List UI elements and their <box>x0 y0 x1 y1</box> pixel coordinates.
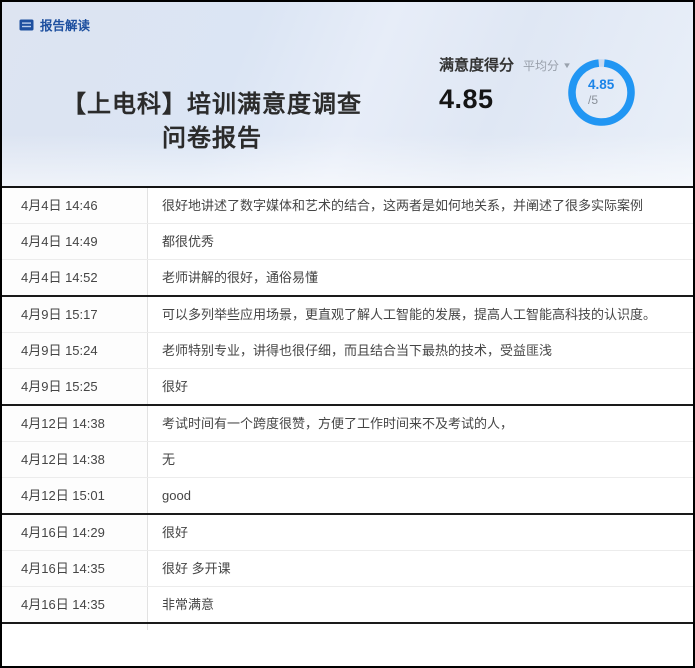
table-row: 4月12日 14:38考试时间有一个跨度很赞，方便了工作时间来不及考试的人， <box>2 406 693 442</box>
table-row: 4月16日 14:29很好 <box>2 515 693 551</box>
score-donut-chart: 4.85 /5 <box>568 59 635 126</box>
table-clipped-row <box>2 624 693 630</box>
donut-max-label: /5 <box>588 93 598 108</box>
comments-table: 4月4日 14:46很好地讲述了数字媒体和艺术的结合，这两者是如何地关系，并阐述… <box>2 188 693 630</box>
table-row: 4月9日 15:17可以多列举些应用场景，更直观了解人工智能的发展，提高人工智能… <box>2 297 693 333</box>
brand-label: 报告解读 <box>40 15 90 34</box>
table-row: 4月12日 15:01good <box>2 478 693 515</box>
table-row: 4月4日 14:49都很优秀 <box>2 224 693 260</box>
row-comment: 都很优秀 <box>148 224 693 259</box>
breadcrumb: 报告解读 <box>19 15 90 34</box>
table-row: 4月4日 14:52老师讲解的很好，通俗易懂 <box>2 260 693 297</box>
row-timestamp: 4月4日 14:46 <box>2 188 148 223</box>
row-comment: 老师讲解的很好，通俗易懂 <box>148 260 693 295</box>
table-row: 4月16日 14:35非常满意 <box>2 587 693 624</box>
row-comment: 考试时间有一个跨度很赞，方便了工作时间来不及考试的人， <box>148 406 693 441</box>
row-timestamp: 4月16日 14:35 <box>2 587 148 622</box>
table-row: 4月9日 15:25很好 <box>2 369 693 406</box>
row-timestamp: 4月9日 15:25 <box>2 369 148 404</box>
table-row: 4月9日 15:24老师特别专业，讲得也很仔细，而且结合当下最热的技术，受益匪浅 <box>2 333 693 369</box>
row-comment: 无 <box>148 442 693 477</box>
row-timestamp: 4月12日 15:01 <box>2 478 148 513</box>
report-header: 报告解读 【上电科】培训满意度调查 问卷报告 满意度得分 平均分 ▼ 4.85 … <box>2 2 693 188</box>
score-panel: 满意度得分 平均分 ▼ 4.85 <box>439 54 571 115</box>
score-value: 4.85 <box>439 84 571 115</box>
row-comment: 非常满意 <box>148 587 693 622</box>
report-book-icon <box>19 19 34 31</box>
row-timestamp: 4月16日 14:35 <box>2 551 148 586</box>
row-comment: 可以多列举些应用场景，更直观了解人工智能的发展，提高人工智能高科技的认识度。 <box>148 297 693 332</box>
table-row: 4月12日 14:38无 <box>2 442 693 478</box>
score-mode-label: 平均分 <box>523 57 559 74</box>
row-comment: 很好 <box>148 369 693 404</box>
row-comment: 老师特别专业，讲得也很仔细，而且结合当下最热的技术，受益匪浅 <box>148 333 693 368</box>
score-mode-dropdown[interactable]: 平均分 ▼ <box>523 57 571 74</box>
row-timestamp: 4月12日 14:38 <box>2 406 148 441</box>
row-timestamp: 4月9日 15:24 <box>2 333 148 368</box>
row-timestamp: 4月4日 14:52 <box>2 260 148 295</box>
score-label: 满意度得分 <box>439 54 514 75</box>
row-comment: 很好地讲述了数字媒体和艺术的结合，这两者是如何地关系，并阐述了很多实际案例 <box>148 188 693 223</box>
row-comment: 很好 多开课 <box>148 551 693 586</box>
row-comment: good <box>148 478 693 513</box>
row-timestamp: 4月9日 15:17 <box>2 297 148 332</box>
table-row: 4月16日 14:35很好 多开课 <box>2 551 693 587</box>
report-screen: 报告解读 【上电科】培训满意度调查 问卷报告 满意度得分 平均分 ▼ 4.85 … <box>0 0 695 668</box>
page-title: 【上电科】培训满意度调查 问卷报告 <box>28 88 396 156</box>
table-row: 4月4日 14:46很好地讲述了数字媒体和艺术的结合，这两者是如何地关系，并阐述… <box>2 188 693 224</box>
row-timestamp: 4月12日 14:38 <box>2 442 148 477</box>
row-timestamp: 4月4日 14:49 <box>2 224 148 259</box>
donut-score-value: 4.85 <box>588 77 614 93</box>
row-timestamp: 4月16日 14:29 <box>2 515 148 550</box>
row-comment: 很好 <box>148 515 693 550</box>
